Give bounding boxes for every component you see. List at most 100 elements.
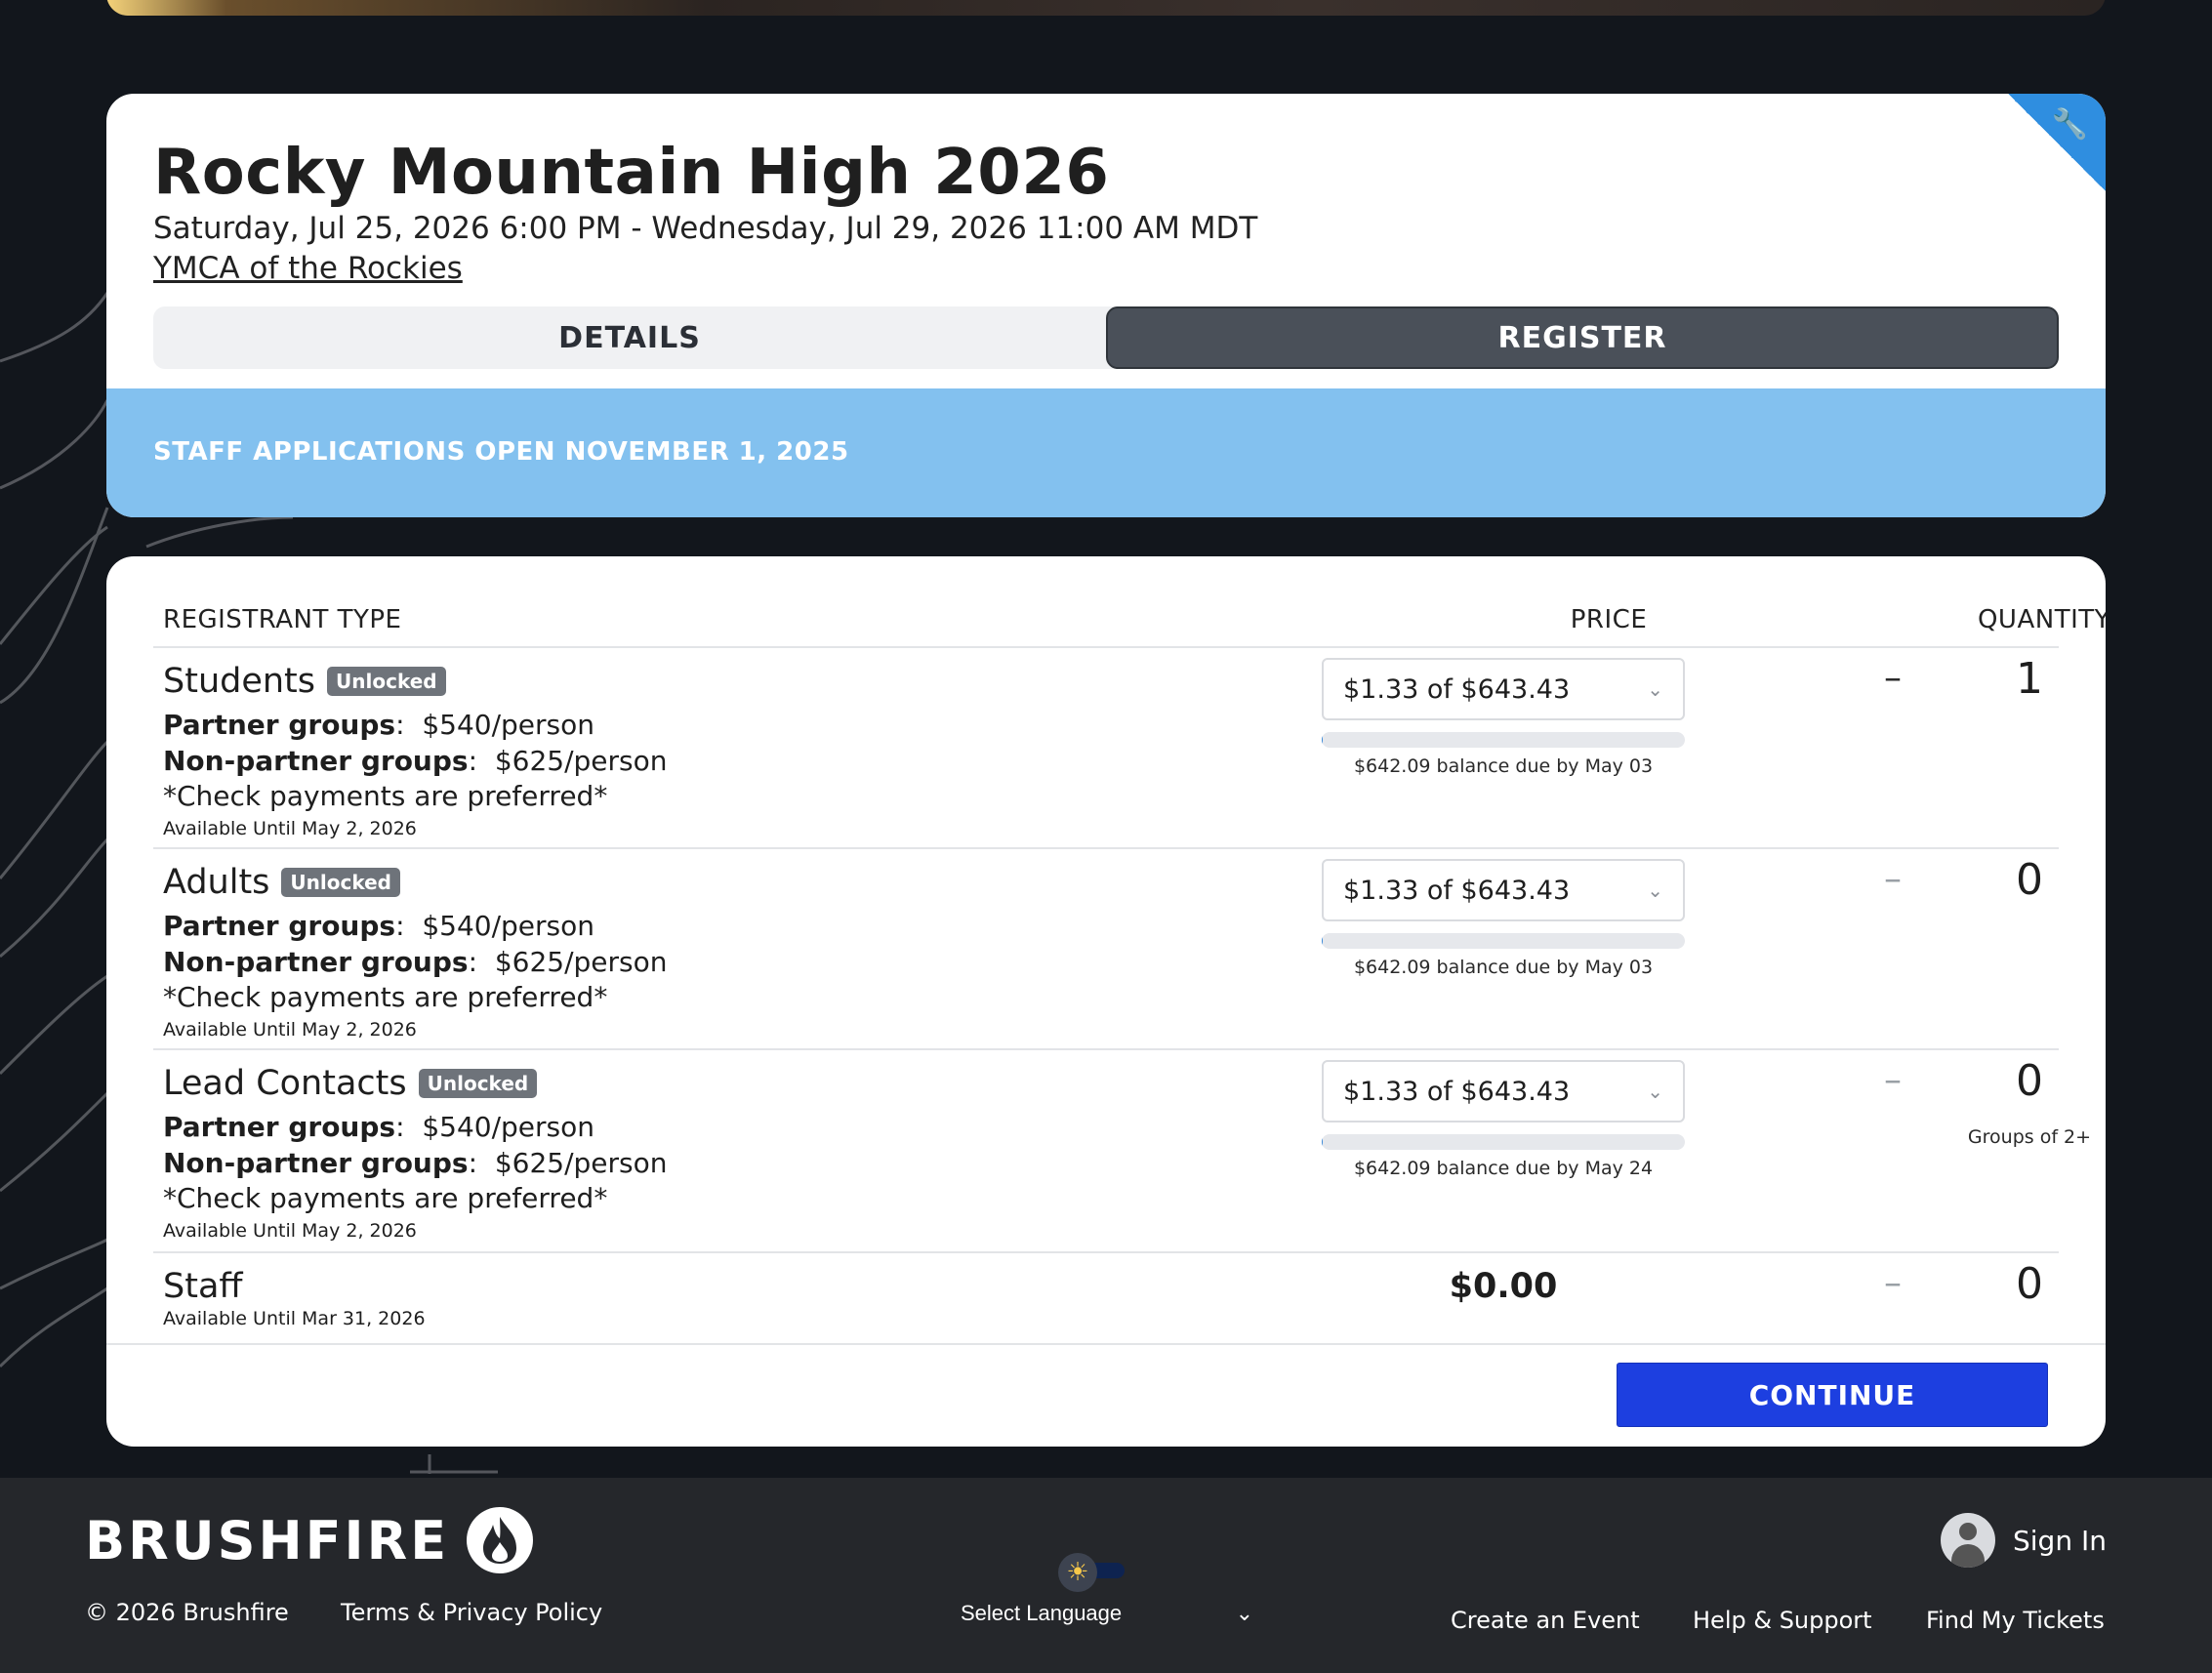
decrease-quantity-button[interactable]: – bbox=[1864, 1263, 1922, 1303]
partner-price: $540/person bbox=[422, 709, 594, 741]
nonpartner-price: $625/person bbox=[494, 946, 668, 978]
sign-in-button[interactable]: Sign In bbox=[1941, 1513, 2107, 1568]
price-select-value: $1.33 of $643.43 bbox=[1343, 1076, 1571, 1107]
table-row: Staff Available Until Mar 31, 2026 $0.00… bbox=[106, 1253, 2106, 1343]
deposit-progress-fill bbox=[1322, 732, 1324, 748]
balance-due-text: $642.09 balance due by May 24 bbox=[1353, 1158, 1654, 1179]
site-footer: BRUSHFIRE © 2026 Brushfire Terms & Priva… bbox=[0, 1478, 2212, 1673]
decrease-quantity-button[interactable]: – bbox=[1864, 658, 1922, 698]
payment-note: *Check payments are preferred* bbox=[163, 981, 608, 1013]
header-price: PRICE bbox=[1570, 605, 1648, 634]
balance-due-text: $642.09 balance due by May 03 bbox=[1353, 755, 1654, 777]
payment-note: *Check payments are preferred* bbox=[163, 780, 608, 812]
terms-link[interactable]: Terms & Privacy Policy bbox=[341, 1599, 602, 1626]
partner-label: Partner groups bbox=[163, 910, 396, 942]
registrant-name: Lead Contacts Unlocked bbox=[163, 1064, 538, 1103]
partner-label: Partner groups bbox=[163, 1111, 396, 1143]
event-header-card: 🔧 Rocky Mountain High 2026 Saturday, Jul… bbox=[106, 94, 2106, 517]
partner-price: $540/person bbox=[422, 1111, 594, 1143]
nonpartner-price-line: Non-partner groups: $625/person bbox=[163, 946, 668, 978]
quantity-value: 1 bbox=[2016, 654, 2043, 704]
decrease-quantity-button[interactable]: – bbox=[1864, 859, 1922, 899]
quantity-value: 0 bbox=[2016, 1056, 2043, 1106]
registrant-name-text: Students bbox=[163, 662, 316, 701]
registrant-name: Students Unlocked bbox=[163, 662, 446, 701]
partner-price-line: Partner groups: $540/person bbox=[163, 1111, 594, 1143]
continue-button[interactable]: CONTINUE bbox=[1617, 1363, 2048, 1427]
availability-text: Available Until May 2, 2026 bbox=[163, 1019, 417, 1041]
price-select[interactable]: $1.33 of $643.43 ⌄ bbox=[1322, 859, 1685, 921]
nonpartner-price-line: Non-partner groups: $625/person bbox=[163, 745, 668, 777]
payment-note: *Check payments are preferred* bbox=[163, 1182, 608, 1214]
create-event-link[interactable]: Create an Event bbox=[1451, 1607, 1640, 1634]
flame-icon bbox=[467, 1507, 534, 1573]
quantity-value: 0 bbox=[2016, 1259, 2043, 1309]
availability-text: Available Until Mar 31, 2026 bbox=[163, 1308, 426, 1329]
tab-register[interactable]: REGISTER bbox=[1106, 306, 2059, 369]
footer-divider bbox=[106, 1343, 2106, 1345]
chevron-down-icon: ⌄ bbox=[1235, 1601, 1253, 1625]
registrant-name-text: Staff bbox=[163, 1267, 243, 1306]
availability-text: Available Until May 2, 2026 bbox=[163, 1220, 417, 1242]
quantity-stepper: – 0 + bbox=[1864, 1253, 2106, 1322]
partner-price: $540/person bbox=[422, 910, 594, 942]
nonpartner-price: $625/person bbox=[494, 745, 668, 777]
unlocked-badge: Unlocked bbox=[327, 667, 446, 696]
nonpartner-label: Non-partner groups bbox=[163, 745, 469, 777]
find-tickets-link[interactable]: Find My Tickets bbox=[1926, 1607, 2105, 1634]
announcement-banner: STAFF APPLICATIONS OPEN NOVEMBER 1, 2025 bbox=[106, 388, 2106, 517]
user-avatar-icon bbox=[1941, 1513, 1995, 1568]
price-select[interactable]: $1.33 of $643.43 ⌄ bbox=[1322, 1060, 1685, 1122]
group-size-note: Groups of 2+ bbox=[1967, 1126, 2092, 1148]
brand-name: BRUSHFIRE bbox=[85, 1509, 450, 1571]
quantity-stepper: – 0 + bbox=[1864, 849, 2106, 918]
registrant-name-text: Adults bbox=[163, 863, 270, 902]
flat-price: $0.00 bbox=[1449, 1267, 1558, 1306]
decrease-quantity-button[interactable]: – bbox=[1864, 1060, 1922, 1100]
registrant-name-text: Lead Contacts bbox=[163, 1064, 407, 1103]
partner-label: Partner groups bbox=[163, 709, 396, 741]
language-select-label: Select Language bbox=[961, 1601, 1123, 1625]
nonpartner-price: $625/person bbox=[494, 1147, 668, 1179]
admin-ribbon[interactable]: 🔧 bbox=[2008, 94, 2106, 191]
registrant-name: Adults Unlocked bbox=[163, 863, 400, 902]
price-select[interactable]: $1.33 of $643.43 ⌄ bbox=[1322, 658, 1685, 720]
theme-toggle[interactable]: ☀ bbox=[1058, 1553, 1128, 1592]
chevron-down-icon: ⌄ bbox=[1647, 878, 1663, 902]
tab-details[interactable]: DETAILS bbox=[153, 306, 1106, 369]
brushfire-logo[interactable]: BRUSHFIRE bbox=[85, 1507, 534, 1573]
chevron-down-icon: ⌄ bbox=[1647, 1080, 1663, 1103]
help-support-link[interactable]: Help & Support bbox=[1693, 1607, 1872, 1634]
balance-due-text: $642.09 balance due by May 03 bbox=[1353, 957, 1654, 978]
header-quantity: QUANTITY bbox=[1977, 605, 2106, 634]
availability-text: Available Until May 2, 2026 bbox=[163, 818, 417, 839]
partner-price-line: Partner groups: $540/person bbox=[163, 910, 594, 942]
deposit-progress-bar bbox=[1322, 732, 1685, 748]
event-title: Rocky Mountain High 2026 bbox=[153, 137, 1110, 209]
chevron-down-icon: ⌄ bbox=[1647, 677, 1663, 701]
registration-table-card: REGISTRANT TYPE PRICE QUANTITY Students … bbox=[106, 556, 2106, 1447]
deposit-progress-fill bbox=[1322, 1134, 1324, 1150]
hero-image-strip bbox=[106, 0, 2106, 16]
nonpartner-label: Non-partner groups bbox=[163, 1147, 469, 1179]
deposit-progress-bar bbox=[1322, 1134, 1685, 1150]
sign-in-label: Sign In bbox=[2013, 1524, 2107, 1557]
nonpartner-price-line: Non-partner groups: $625/person bbox=[163, 1147, 668, 1179]
event-venue-link[interactable]: YMCA of the Rockies bbox=[153, 251, 463, 286]
quantity-value: 0 bbox=[2016, 855, 2043, 905]
table-row: Adults Unlocked Partner groups: $540/per… bbox=[106, 849, 2106, 1048]
language-select[interactable]: Select Language ⌄ bbox=[961, 1601, 1253, 1626]
table-row: Students Unlocked Partner groups: $540/p… bbox=[106, 648, 2106, 847]
deposit-progress-bar bbox=[1322, 933, 1685, 949]
price-select-value: $1.33 of $643.43 bbox=[1343, 875, 1571, 906]
deposit-progress-fill bbox=[1322, 933, 1324, 949]
wrench-icon: 🔧 bbox=[2051, 107, 2088, 142]
unlocked-badge: Unlocked bbox=[281, 868, 400, 897]
event-dates: Saturday, Jul 25, 2026 6:00 PM - Wednesd… bbox=[153, 211, 1258, 246]
copyright-text: © 2026 Brushfire bbox=[85, 1599, 289, 1626]
event-tabs: DETAILS REGISTER bbox=[153, 306, 2059, 369]
header-registrant-type: REGISTRANT TYPE bbox=[163, 605, 402, 634]
unlocked-badge: Unlocked bbox=[418, 1069, 538, 1098]
nonpartner-label: Non-partner groups bbox=[163, 946, 469, 978]
table-row: Lead Contacts Unlocked Partner groups: $… bbox=[106, 1050, 2106, 1251]
